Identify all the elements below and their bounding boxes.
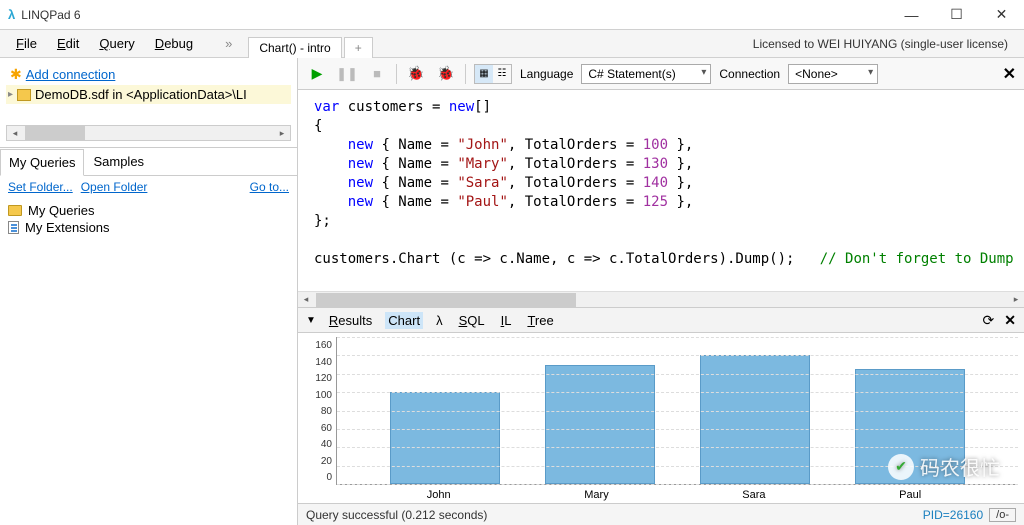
results-header: ▼ Results Chart λ SQL IL Tree ⟳ ✕ <box>298 307 1024 333</box>
chart-x-axis: John Mary Sara Paul <box>330 489 1018 501</box>
chart-bar <box>855 369 965 484</box>
status-pid: PID=26160 <box>923 508 983 522</box>
menubar: File Edit Query Debug » Chart() - intro … <box>0 30 1024 58</box>
add-connection-icon: ✱ <box>10 66 22 83</box>
separator <box>396 64 397 84</box>
debug-button[interactable]: 🐞 <box>405 63 427 85</box>
open-folder-link[interactable]: Open Folder <box>81 180 148 194</box>
connections-panel: ✱ Add connection ▸ DemoDB.sdf in <Applic… <box>0 58 297 148</box>
tree-label: My Extensions <box>25 220 110 235</box>
scroll-left-icon[interactable]: ◂ <box>7 126 23 140</box>
menu-file[interactable]: File <box>8 33 45 54</box>
tab-samples[interactable]: Samples <box>84 148 153 175</box>
pause-button[interactable]: ❚❚ <box>336 63 358 85</box>
menu-edit[interactable]: Edit <box>49 33 87 54</box>
grid-view-icon[interactable]: ▦ <box>475 65 493 83</box>
language-label: Language <box>520 67 573 81</box>
goto-link[interactable]: Go to... <box>250 180 289 194</box>
tree-my-extensions[interactable]: My Extensions <box>8 219 289 236</box>
chart-x-label: Paul <box>899 489 921 501</box>
chart-panel: 160140120100806040200 John Mary Sara Paul <box>298 333 1024 503</box>
tab-new-button[interactable]: + <box>344 37 373 58</box>
chart-x-label: John <box>427 489 451 501</box>
tree-my-queries[interactable]: My Queries <box>8 202 289 219</box>
status-optimize[interactable]: /o- <box>989 508 1016 522</box>
scroll-left-icon[interactable]: ◂ <box>298 292 314 307</box>
separator <box>465 64 466 84</box>
editor-toolbar: ▶ ❚❚ ■ 🐞 🐞 ▦ ☷ Language C# Statement(s) … <box>298 58 1024 90</box>
sidebar: ✱ Add connection ▸ DemoDB.sdf in <Applic… <box>0 58 298 525</box>
chart-x-label: Mary <box>584 489 608 501</box>
set-folder-link[interactable]: Set Folder... <box>8 180 73 194</box>
statusbar: Query successful (0.212 seconds) PID=261… <box>298 503 1024 525</box>
sidebar-tabs: My Queries Samples <box>0 148 297 176</box>
results-tab-sql[interactable]: SQL <box>456 312 488 329</box>
scroll-thumb[interactable] <box>316 293 576 307</box>
results-tab-results[interactable]: Results <box>326 312 375 329</box>
chart-y-axis: 160140120100806040200 <box>304 337 336 501</box>
connection-dropdown[interactable]: <None> <box>788 64 878 84</box>
code-content[interactable]: var customers = new[] { new { Name = "Jo… <box>298 90 1024 291</box>
status-text: Query successful (0.212 seconds) <box>306 508 487 522</box>
window-controls: — ☐ ✕ <box>889 0 1024 30</box>
scroll-right-icon[interactable]: ▸ <box>274 126 290 140</box>
minimize-button[interactable]: — <box>889 0 934 30</box>
results-tab-lambda[interactable]: λ <box>433 312 446 329</box>
folder-icon <box>8 205 22 216</box>
code-editor[interactable]: var customers = new[] { new { Name = "Jo… <box>298 90 1024 307</box>
scroll-thumb[interactable] <box>25 126 85 140</box>
database-icon <box>17 89 31 101</box>
connection-label: DemoDB.sdf in <ApplicationData>\LI <box>35 87 247 102</box>
close-results-icon[interactable]: ✕ <box>1004 312 1016 329</box>
window-title: LINQPad 6 <box>21 8 80 22</box>
table-view-icon[interactable]: ☷ <box>493 65 511 83</box>
add-connection-link[interactable]: Add connection <box>26 67 116 82</box>
chart-bar <box>390 392 500 484</box>
stop-button[interactable]: ■ <box>366 63 388 85</box>
maximize-button[interactable]: ☐ <box>934 0 979 30</box>
titlebar: λ LINQPad 6 — ☐ ✕ <box>0 0 1024 30</box>
scroll-right-icon[interactable]: ▸ <box>1008 292 1024 307</box>
close-query-button[interactable]: ✕ <box>1003 64 1016 84</box>
connection-demodb[interactable]: ▸ DemoDB.sdf in <ApplicationData>\LI <box>6 85 291 104</box>
file-icon <box>8 221 19 234</box>
queries-tree: My Queries My Extensions <box>0 198 297 240</box>
tree-label: My Queries <box>28 203 94 218</box>
results-tab-il[interactable]: IL <box>498 312 515 329</box>
tab-chart-intro[interactable]: Chart() - intro <box>248 37 341 58</box>
connection-label: Connection <box>719 67 780 81</box>
license-text: Licensed to WEI HUIYANG (single-user lic… <box>753 37 1016 51</box>
run-button[interactable]: ▶ <box>306 63 328 85</box>
chart-x-label: Sara <box>742 489 765 501</box>
sidebar-hscrollbar[interactable]: ◂ ▸ <box>6 125 291 141</box>
results-tab-tree[interactable]: Tree <box>524 312 556 329</box>
tree-expand-icon[interactable]: ▸ <box>8 89 13 100</box>
add-connection-row[interactable]: ✱ Add connection <box>6 64 291 85</box>
language-dropdown[interactable]: C# Statement(s) <box>581 64 711 84</box>
chart-plot <box>336 337 1018 485</box>
menu-query[interactable]: Query <box>91 33 142 54</box>
close-button[interactable]: ✕ <box>979 0 1024 30</box>
results-tab-chart[interactable]: Chart <box>385 312 423 329</box>
app-logo-icon: λ <box>8 7 15 22</box>
tab-my-queries[interactable]: My Queries <box>0 149 84 176</box>
sidebar-links: Set Folder... Open Folder Go to... <box>0 176 297 198</box>
result-view-toggle[interactable]: ▦ ☷ <box>474 64 512 84</box>
debug-step-button[interactable]: 🐞 <box>435 63 457 85</box>
menu-debug[interactable]: Debug <box>147 33 201 54</box>
collapse-results-icon[interactable]: ▼ <box>306 315 316 326</box>
document-tabstrip: Chart() - intro + <box>248 30 748 58</box>
menu-overflow-icon[interactable]: » <box>225 36 232 51</box>
editor-hscrollbar[interactable]: ◂ ▸ <box>298 291 1024 307</box>
main-area: ▶ ❚❚ ■ 🐞 🐞 ▦ ☷ Language C# Statement(s) … <box>298 58 1024 525</box>
refresh-icon[interactable]: ⟳ <box>983 312 995 329</box>
